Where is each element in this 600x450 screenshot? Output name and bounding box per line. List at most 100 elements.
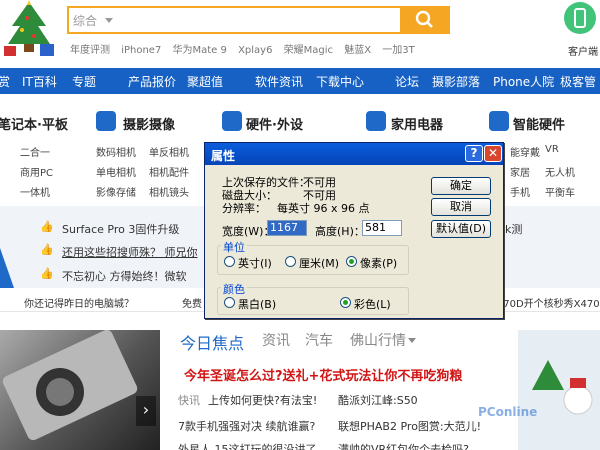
tab-auto[interactable]: 汽车 [305,330,333,350]
appliance-icon [366,111,386,131]
category-link[interactable]: 手机 [510,184,530,199]
chevron-right-icon[interactable]: › [136,396,156,426]
help-button[interactable]: ? [465,145,483,162]
search-category-select[interactable]: 综合 [73,12,97,29]
camera-photo-image [2,329,138,441]
radio-cm[interactable] [285,256,296,267]
news-tag: 快讯 [178,394,200,407]
category-link[interactable]: 二合一 [20,144,50,159]
christmas-promo-image[interactable] [518,330,600,450]
radio-inch[interactable] [224,256,235,267]
client-link[interactable]: 客户端 [568,43,598,58]
main-nav: 赏 IT百科 专题 产品报价 聚超值 软件资讯 下载中心 论坛 摄影部落 Pho… [0,68,600,94]
radio-label: 厘米(M) [299,257,340,270]
width-field[interactable]: 1167 [267,220,307,236]
nav-item[interactable]: 赏 [0,73,10,90]
thumbs-up-icon: 👍 [40,243,54,256]
category-link[interactable]: 平衡车 [545,184,575,199]
category-title-smart[interactable]: 智能硬件 [513,114,565,133]
color-group-label: 颜色 [221,281,247,297]
category-link[interactable]: 单电相机 [96,164,136,179]
tree-image [4,0,54,56]
tab-news[interactable]: 资讯 [262,330,290,350]
ticker-link[interactable]: X470D开个核秒秀X470 [490,295,600,310]
dialog-titlebar[interactable]: 属性 ? ✕ [205,143,503,165]
nav-item[interactable]: 下载中心 [316,73,364,90]
nav-item[interactable]: 极客管 [560,73,596,90]
radio-color[interactable] [340,297,351,308]
category-title-appliance[interactable]: 家用电器 [391,114,443,133]
nav-item[interactable]: 论坛 [395,73,419,90]
news-link[interactable]: 外星人 15这打玩的很没讲了 [178,441,317,450]
nav-item[interactable]: 产品报价 [128,73,176,90]
category-link[interactable]: 能穿戴 [510,144,540,159]
promo-image [532,360,593,415]
hot-word-link[interactable]: 魅蓝X [344,45,371,56]
close-button[interactable]: ✕ [484,145,502,162]
strip-link[interactable]: Surface Pro 3固件升级 [62,221,179,237]
news-link[interactable]: 上传如何更快?有法宝! [208,392,317,408]
watermark-logo: PConline [478,405,538,419]
web-page: { "header": { "search": {"category": "综合… [0,0,600,450]
headline-link[interactable]: 今年圣诞怎么过?送礼+花式玩法让你不再吃狗粮 [184,365,462,384]
category-link[interactable]: 数码相机 [96,144,136,159]
search-input[interactable]: 综合 [67,6,402,34]
ticker-link[interactable]: 免费 [182,295,202,310]
featured-camera-photo[interactable] [0,329,160,450]
category-link[interactable]: 无人机 [545,164,575,179]
category-title-laptop[interactable]: 笔记本·平板 [0,114,68,133]
strip-link[interactable]: k测 [505,221,522,237]
height-label: 高度(H)： [315,225,365,238]
category-link[interactable]: 家居 [510,164,530,179]
ticker-link[interactable]: 你还记得昨日的电脑城？ [24,295,134,310]
properties-dialog: 属性 ? ✕ 上次保存的文件： 不可用 磁盘大小： 不可用 分辨率： 每英寸 9… [204,142,504,319]
default-button[interactable]: 默认值(D) [431,220,491,238]
radio-bw[interactable] [224,297,235,308]
tab-focus[interactable]: 今日焦点 [180,330,244,354]
search-button[interactable] [400,6,450,34]
news-link[interactable]: 满帅的VR红包你个去检吗? [338,441,469,450]
nav-item[interactable]: 聚超值 [187,73,223,90]
nav-item[interactable]: IT百科 [22,73,57,90]
smart-hardware-icon [489,111,509,131]
category-link[interactable]: 商用PC [20,164,53,179]
hot-word-link[interactable]: iPhone7 [121,45,161,56]
hot-word-link[interactable]: 荣耀Magic [284,45,333,56]
nav-item[interactable]: Phone人院 [493,73,554,90]
news-link[interactable]: 联想PHAB2 Pro图赏:大范儿! [338,418,481,434]
radio-label: 黑白(B) [238,298,277,311]
christmas-tree-logo[interactable] [0,0,58,60]
radio-pixel[interactable] [346,256,357,267]
ok-button[interactable]: 确定 [431,177,491,195]
category-link[interactable]: 一体机 [20,184,50,199]
category-title-camera[interactable]: 摄影摄像 [123,114,175,133]
category-link[interactable]: 影像存储 [96,184,136,199]
hot-word-link[interactable]: 一加3T [382,45,414,56]
units-group-label: 单位 [221,239,247,255]
phone-icon[interactable] [564,2,596,34]
chevron-down-icon [408,338,416,343]
category-title-hardware[interactable]: 硬件·外设 [246,114,303,133]
camera-icon [96,111,116,131]
height-field[interactable]: 581 [362,220,402,236]
dialog-title: 属性 [211,149,236,163]
category-link[interactable]: 单反相机 [149,144,189,159]
news-link[interactable]: 酷派刘江峰:S50 [338,392,418,408]
radio-label: 像素(P) [360,257,398,270]
news-link[interactable]: 7款手机强强对决 续航谁赢? [178,418,315,434]
hot-word-link[interactable]: 华为Mate 9 [173,45,227,56]
hot-word-link[interactable]: 年度评测 [70,45,110,56]
strip-link[interactable]: 不忘初心 方得始终！微软 [62,268,187,284]
tab-foshan[interactable]: 佛山行情 [350,330,406,350]
radio-label: 英寸(I) [238,257,272,270]
cancel-button[interactable]: 取消 [431,198,491,216]
strip-link[interactable]: 还用这些招搜师殊？ 师兄你 [62,244,198,260]
nav-item[interactable]: 软件资讯 [255,73,303,90]
nav-item[interactable]: 摄影部落 [432,73,480,90]
resolution-value: 每英寸 96 x 96 点 [277,202,370,215]
category-link[interactable]: 相机镜头 [149,184,189,199]
category-link[interactable]: 相机配件 [149,164,189,179]
hot-word-link[interactable]: Xplay6 [238,45,272,56]
nav-item[interactable]: 专题 [72,73,96,90]
category-link[interactable]: VR [545,144,559,155]
